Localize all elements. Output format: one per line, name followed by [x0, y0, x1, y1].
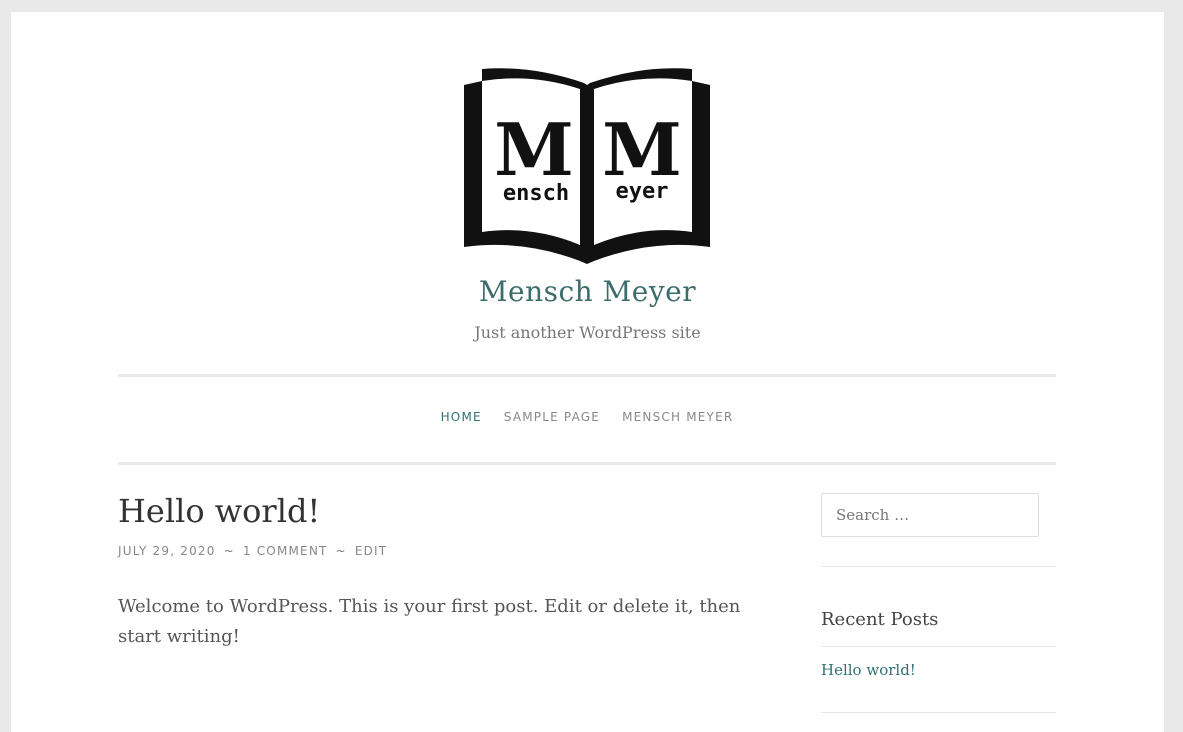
sidebar-divider [821, 712, 1056, 713]
site-tagline: Just another WordPress site [474, 323, 701, 342]
sidebar-divider [821, 566, 1056, 567]
logo-left-word: ensch [503, 181, 569, 206]
nav-divider-top [118, 374, 1056, 377]
search-form [821, 493, 1039, 537]
main-navigation: HOME SAMPLE PAGE MENSCH MEYER [118, 410, 1056, 424]
post-comments-link[interactable]: 1 COMMENT [243, 544, 328, 558]
page: M ensch M eyer Mensch Meyer Just another… [11, 12, 1164, 732]
recent-post-link[interactable]: Hello world! [821, 661, 916, 679]
logo-left-letter: M [494, 107, 574, 192]
post-title[interactable]: Hello world! [118, 492, 320, 530]
site-title[interactable]: Mensch Meyer [11, 275, 1164, 308]
recent-posts-title: Recent Posts [821, 609, 939, 630]
logo-right-word: eyer [616, 179, 669, 204]
post-edit-link[interactable]: EDIT [355, 544, 388, 558]
post-content: Welcome to WordPress. This is your first… [118, 596, 741, 647]
nav-item-mensch-meyer[interactable]: MENSCH MEYER [622, 410, 733, 424]
site-logo[interactable]: M ensch M eyer [462, 67, 712, 264]
meta-separator: ~ [335, 544, 347, 558]
nav-divider-bottom [118, 462, 1056, 465]
search-input[interactable] [834, 505, 1024, 525]
post-date-link[interactable]: JULY 29, 2020 [118, 544, 216, 558]
meta-separator: ~ [223, 544, 235, 558]
post-meta: JULY 29, 2020 ~ 1 COMMENT ~ EDIT [118, 544, 387, 558]
sidebar-divider [821, 646, 1056, 647]
nav-item-home[interactable]: HOME [441, 410, 482, 424]
nav-item-sample-page[interactable]: SAMPLE PAGE [504, 410, 600, 424]
